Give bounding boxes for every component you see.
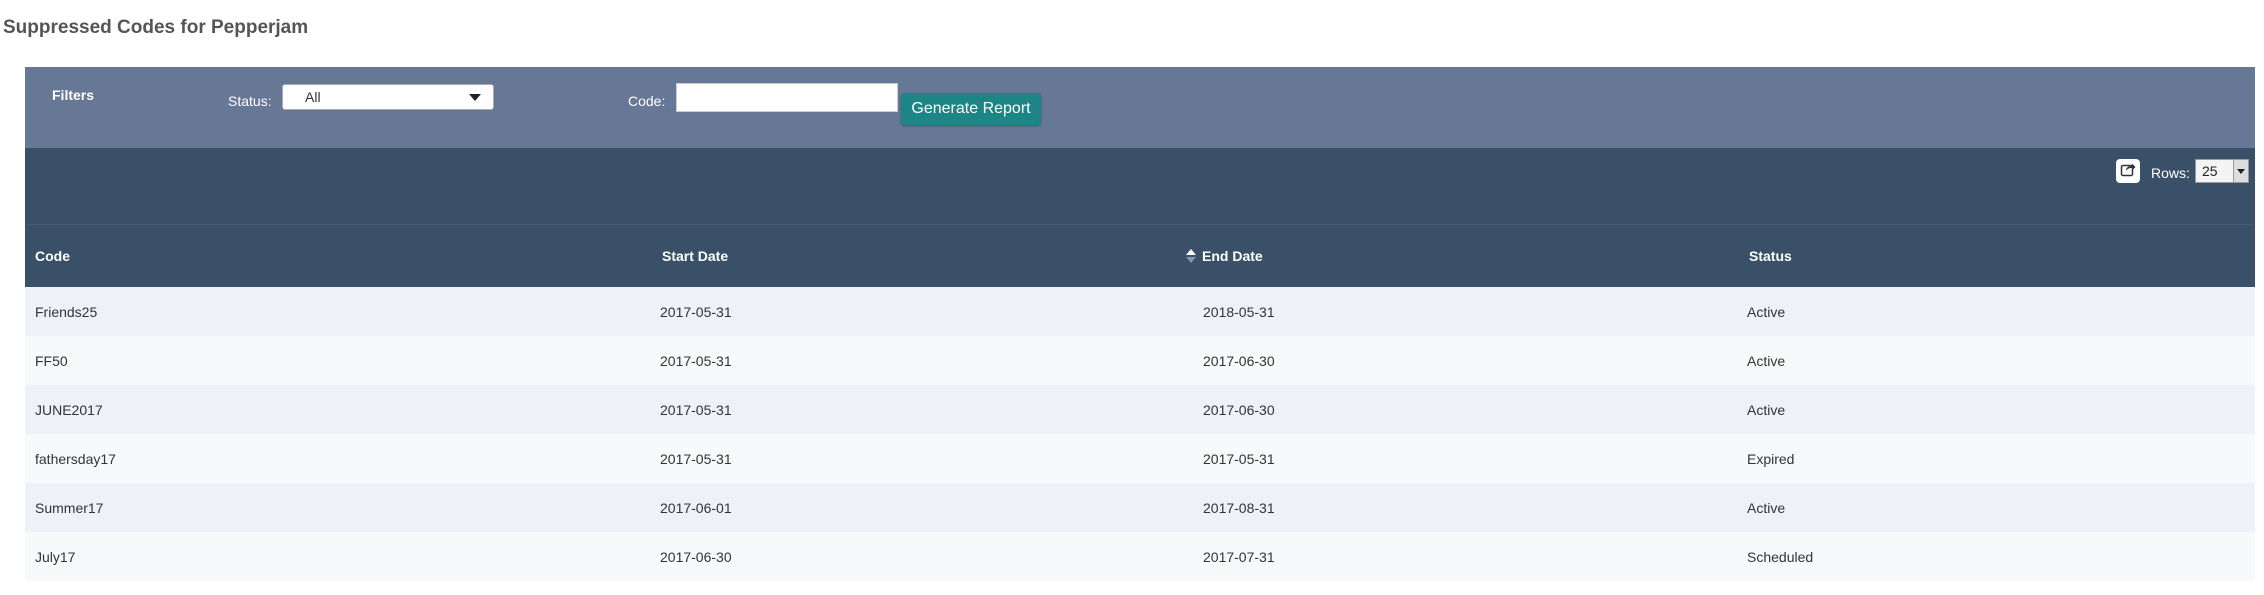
page-title: Suppressed Codes for Pepperjam — [3, 17, 309, 38]
cell-code: fathersday17 — [35, 450, 116, 467]
cell-end-date: 2017-06-30 — [1203, 352, 1275, 369]
generate-report-button[interactable]: Generate Report — [901, 93, 1041, 125]
cell-code: Summer17 — [35, 499, 104, 516]
column-header-code[interactable]: Code — [35, 225, 70, 287]
cell-code: FF50 — [35, 352, 68, 369]
rows-per-page-value: 25 — [2202, 163, 2218, 179]
cell-code: Friends25 — [35, 303, 98, 320]
table-body: Friends25 2017-05-31 2018-05-31 Active F… — [25, 287, 2255, 581]
status-filter-label: Status: — [228, 93, 272, 109]
report-panel: Filters Status: All Code: Generate Repor… — [25, 67, 2255, 581]
chevron-down-icon — [2233, 160, 2248, 182]
cell-start-date: 2017-05-31 — [660, 401, 732, 418]
code-input[interactable] — [676, 83, 898, 112]
column-header-start-date[interactable]: Start Date — [662, 225, 728, 287]
status-select[interactable]: All — [282, 84, 494, 110]
share-export-icon — [2120, 161, 2136, 182]
column-header-label: Code — [35, 248, 70, 264]
cell-start-date: 2017-05-31 — [660, 352, 732, 369]
table-row[interactable]: Friends25 2017-05-31 2018-05-31 Active — [25, 287, 2255, 336]
cell-status: Active — [1747, 499, 1786, 516]
export-button[interactable] — [2116, 159, 2140, 183]
cell-code: JUNE2017 — [35, 401, 103, 418]
cell-status: Active — [1747, 352, 1786, 369]
code-filter-label: Code: — [628, 93, 666, 109]
cell-end-date: 2018-05-31 — [1203, 303, 1275, 320]
cell-end-date: 2017-05-31 — [1203, 450, 1275, 467]
column-header-status[interactable]: Status — [1749, 225, 1792, 287]
table-row[interactable]: Summer17 2017-06-01 2017-08-31 Active — [25, 483, 2255, 532]
cell-start-date: 2017-05-31 — [660, 303, 732, 320]
cell-status: Active — [1747, 401, 1786, 418]
grid-toolbar: Rows: 25 — [25, 148, 2255, 224]
column-header-label: End Date — [1202, 248, 1263, 264]
rows-per-page-select[interactable]: 25 — [2195, 159, 2249, 183]
cell-end-date: 2017-07-31 — [1203, 548, 1275, 565]
filters-bar: Filters Status: All Code: Generate Repor… — [25, 67, 2255, 148]
cell-code: July17 — [35, 548, 76, 565]
cell-status: Active — [1747, 303, 1786, 320]
cell-end-date: 2017-08-31 — [1203, 499, 1275, 516]
cell-start-date: 2017-05-31 — [660, 450, 732, 467]
rows-label: Rows: — [2151, 165, 2190, 181]
column-header-end-date[interactable]: End Date — [1186, 225, 1263, 287]
cell-status: Scheduled — [1747, 548, 1814, 565]
cell-status: Expired — [1747, 450, 1795, 467]
cell-end-date: 2017-06-30 — [1203, 401, 1275, 418]
sort-icon — [1186, 248, 1196, 264]
cell-start-date: 2017-06-30 — [660, 548, 732, 565]
table-row[interactable]: July17 2017-06-30 2017-07-31 Scheduled — [25, 532, 2255, 581]
filters-title: Filters — [52, 87, 95, 103]
column-header-label: Status — [1749, 248, 1792, 264]
cell-start-date: 2017-06-01 — [660, 499, 732, 516]
chevron-down-icon — [469, 94, 481, 101]
status-select-value: All — [305, 89, 321, 105]
table-row[interactable]: fathersday17 2017-05-31 2017-05-31 Expir… — [25, 434, 2255, 483]
table-row[interactable]: FF50 2017-05-31 2017-06-30 Active — [25, 336, 2255, 385]
column-header-label: Start Date — [662, 248, 729, 264]
table-header: Code Start Date End Date Status — [25, 224, 2255, 287]
table-row[interactable]: JUNE2017 2017-05-31 2017-06-30 Active — [25, 385, 2255, 434]
